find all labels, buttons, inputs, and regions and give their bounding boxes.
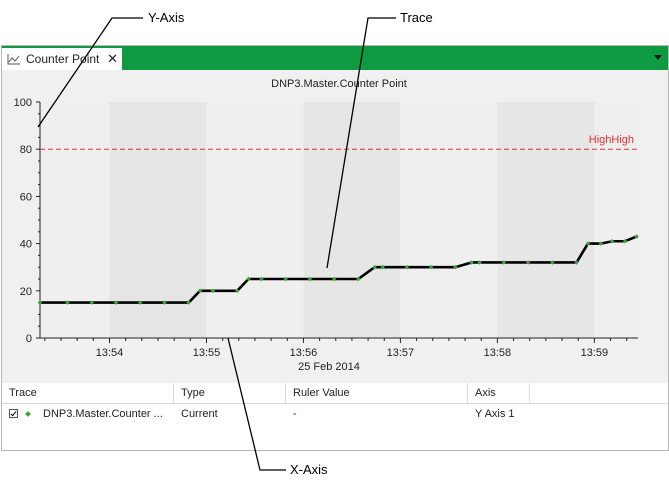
trace-table: Trace Type Ruler Value Axis DNP3.Master.… (2, 383, 668, 450)
x-tick-label: 13:55 (193, 347, 221, 359)
minute-band (497, 102, 595, 338)
close-icon[interactable]: ✕ (107, 51, 118, 67)
tab-title: Counter Point (26, 52, 100, 66)
column-header-trace[interactable]: Trace (2, 383, 174, 403)
tab-bar: Counter Point ✕ (2, 46, 668, 70)
tab-counter-point[interactable]: Counter Point ✕ (2, 48, 122, 70)
y-tick-label: 20 (20, 286, 32, 298)
column-header-type[interactable]: Type (174, 383, 286, 403)
x-tick-label: 13:57 (387, 347, 415, 359)
y-tick-label: 100 (14, 97, 32, 109)
x-tick-label: 13:54 (96, 347, 124, 359)
chevron-down-icon[interactable] (654, 55, 662, 60)
x-axis-callout: X-Axis (290, 462, 328, 477)
cell-axis: Y Axis 1 (475, 408, 515, 420)
column-header-axis[interactable]: Axis (468, 383, 530, 403)
table-row[interactable]: DNP3.Master.Counter ... Current - Y Axis… (2, 404, 668, 424)
column-header-ruler-value[interactable]: Ruler Value (286, 383, 468, 403)
x-axis-label: 25 Feb 2014 (298, 361, 360, 373)
y-tick-label: 40 (20, 239, 32, 251)
trace-callout: Trace (400, 10, 433, 25)
chart-area: DNP3.Master.Counter Point 0 20 40 60 80 100 13:… (2, 70, 668, 382)
trace-marker-icon (25, 411, 31, 417)
x-tick-label: 13:59 (581, 347, 609, 359)
cell-trace: DNP3.Master.Counter ... (43, 408, 163, 420)
chart-title: DNP3.Master.Counter Point (271, 78, 407, 90)
y-axis-callout: Y-Axis (148, 10, 185, 25)
x-tick-label: 13:58 (484, 347, 512, 359)
highhigh-limit-label: HighHigh (589, 134, 634, 146)
line-chart-icon (7, 54, 20, 65)
y-tick-label: 0 (26, 333, 32, 345)
table-header: Trace Type Ruler Value Axis (2, 383, 668, 404)
y-tick-label: 60 (20, 191, 32, 203)
trace-visible-checkbox[interactable] (9, 409, 18, 418)
minute-band (303, 102, 401, 338)
trend-chart[interactable]: DNP3.Master.Counter Point 0 20 40 60 80 100 13:… (2, 70, 668, 382)
y-tick-label: 80 (20, 144, 32, 156)
cell-type: Current (181, 408, 218, 420)
cell-ruler-value: - (293, 408, 297, 420)
trend-window: Counter Point ✕ DNP3.Master.Counter Poin… (1, 45, 669, 451)
x-tick-label: 13:56 (290, 347, 318, 359)
